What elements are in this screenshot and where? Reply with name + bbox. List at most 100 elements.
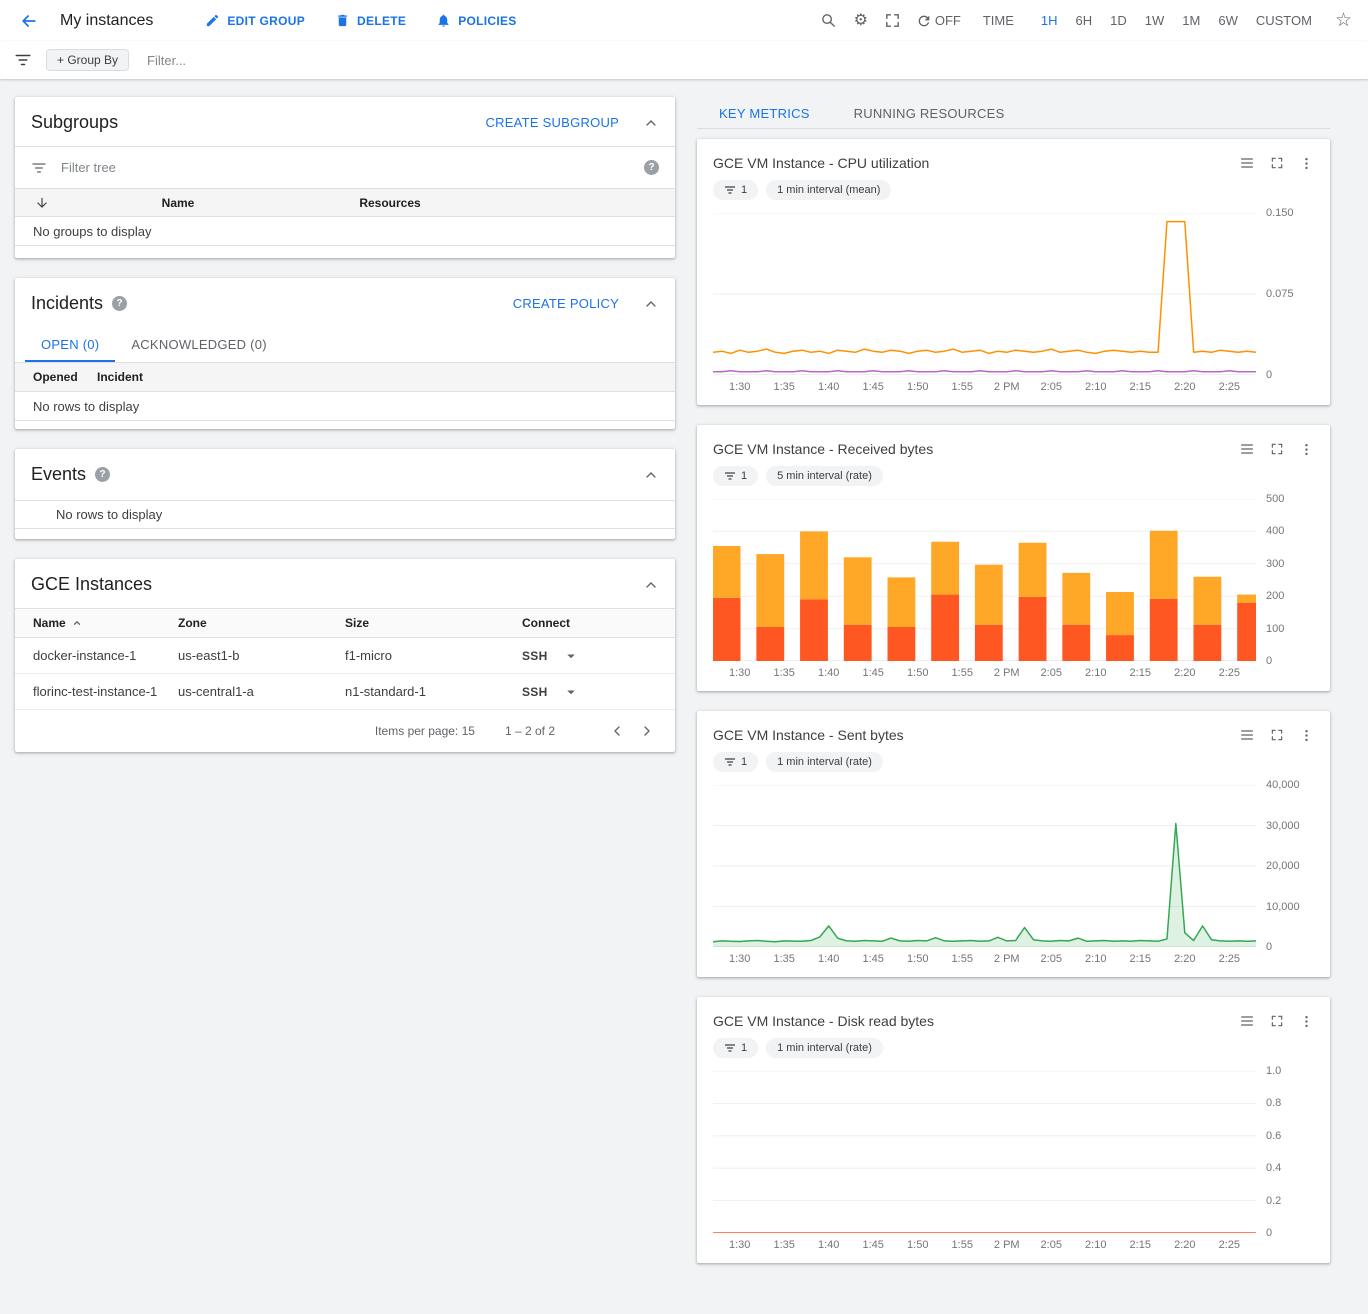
ssh-button[interactable]: SSH	[522, 649, 548, 663]
subgroups-empty-text: No groups to display	[15, 217, 675, 246]
chart-more-vert-icon[interactable]	[1299, 1014, 1314, 1029]
prev-page-icon[interactable]	[609, 723, 625, 739]
help-icon[interactable]: ?	[95, 467, 110, 482]
chart-legend-icon[interactable]	[1239, 155, 1255, 171]
tab-acknowledged-incidents[interactable]: ACKNOWLEDGED (0)	[115, 327, 282, 362]
chart-fullscreen-icon[interactable]	[1270, 728, 1284, 742]
subgroups-title: Subgroups	[31, 112, 118, 133]
time-range-custom[interactable]: CUSTOM	[1247, 9, 1321, 32]
star-icon[interactable]: ☆	[1335, 9, 1352, 32]
chart-canvas	[713, 213, 1256, 375]
edit-group-label: EDIT GROUP	[227, 14, 305, 28]
x-axis-label: 1:45	[863, 1239, 884, 1251]
chart-legend-icon[interactable]	[1239, 1013, 1255, 1029]
chart-more-vert-icon[interactable]	[1299, 156, 1314, 171]
filter-count-chip[interactable]: 1	[713, 1038, 758, 1058]
x-axis-label: 1:45	[863, 381, 884, 393]
edit-group-button[interactable]: EDIT GROUP	[205, 13, 305, 28]
x-axis-label: 2:05	[1041, 953, 1062, 965]
ssh-button[interactable]: SSH	[522, 685, 548, 699]
sort-down-icon[interactable]	[15, 196, 69, 210]
filter-tree-input[interactable]	[61, 160, 635, 175]
chart-fullscreen-icon[interactable]	[1270, 442, 1284, 456]
chart-more-vert-icon[interactable]	[1299, 442, 1314, 457]
gce-col-connect: Connect	[507, 616, 675, 630]
filter-count-chip[interactable]: 1	[713, 466, 758, 486]
auto-refresh-toggle[interactable]: OFF	[916, 13, 961, 29]
incidents-tabs: OPEN (0) ACKNOWLEDGED (0)	[15, 327, 675, 363]
create-policy-button[interactable]: CREATE POLICY	[513, 296, 619, 311]
x-axis-label: 1:30	[729, 381, 750, 393]
y-axis-label: 0.075	[1266, 288, 1294, 300]
time-range-1d[interactable]: 1D	[1101, 9, 1136, 32]
chart-title: GCE VM Instance - CPU utilization	[713, 155, 929, 171]
table-row: docker-instance-1us-east1-bf1-microSSH	[15, 638, 675, 674]
y-axis-label: 0.4	[1266, 1162, 1281, 1174]
gear-icon[interactable]: ⚙	[848, 8, 874, 34]
group-by-chip[interactable]: + Group By	[46, 49, 129, 71]
delete-label: DELETE	[357, 14, 406, 28]
filter-count-chip[interactable]: 1	[713, 180, 758, 200]
chevron-up-icon[interactable]	[643, 115, 659, 131]
tab-open-incidents[interactable]: OPEN (0)	[25, 327, 115, 362]
subgroups-col-name: Name	[69, 196, 287, 210]
gce-col-name[interactable]: Name	[33, 616, 66, 630]
back-arrow-icon[interactable]	[16, 9, 42, 33]
time-range-1w[interactable]: 1W	[1136, 9, 1174, 32]
delete-button[interactable]: DELETE	[335, 13, 406, 28]
subgroups-table-header: Name Resources	[15, 188, 675, 217]
ssh-options-caret-icon[interactable]	[562, 683, 580, 701]
filter-count-chip[interactable]: 1	[713, 752, 758, 772]
time-range-1m[interactable]: 1M	[1173, 9, 1209, 32]
x-axis-label: 1:50	[907, 667, 928, 679]
y-axis-label: 0	[1266, 655, 1272, 667]
x-axis-label: 1:50	[907, 1239, 928, 1251]
time-range-1h[interactable]: 1H	[1032, 9, 1067, 32]
policies-button[interactable]: POLICIES	[436, 13, 516, 28]
chart-fullscreen-icon[interactable]	[1270, 156, 1284, 170]
chart-card-disk-read-bytes: GCE VM Instance - Disk read bytes11 min …	[697, 997, 1330, 1263]
x-axis-label: 1:40	[818, 381, 839, 393]
chart-plot-disk-read-bytes: 1.00.80.60.40.20	[713, 1071, 1256, 1233]
x-axis-label: 2 PM	[994, 381, 1020, 393]
interval-chip[interactable]: 1 min interval (rate)	[766, 752, 883, 772]
search-icon[interactable]	[816, 8, 842, 34]
chevron-up-icon[interactable]	[643, 577, 659, 593]
interval-chip[interactable]: 5 min interval (rate)	[766, 466, 883, 486]
chart-legend-icon[interactable]	[1239, 441, 1255, 457]
sort-asc-icon	[72, 618, 82, 628]
interval-chip[interactable]: 1 min interval (rate)	[766, 1038, 883, 1058]
y-axis-label: 200	[1266, 590, 1284, 602]
create-subgroup-button[interactable]: CREATE SUBGROUP	[485, 115, 619, 130]
x-axis-label: 1:45	[863, 953, 884, 965]
chart-card-cpu-utilization: GCE VM Instance - CPU utilization 1 1 min …	[697, 139, 1330, 405]
x-axis-label: 2:10	[1085, 953, 1106, 965]
table-row: florinc-test-instance-1us-central1-an1-s…	[15, 674, 675, 710]
x-axis-label: 1:50	[907, 381, 928, 393]
interval-chip[interactable]: 1 min interval (mean)	[766, 180, 891, 200]
chevron-up-icon[interactable]	[643, 467, 659, 483]
instance-zone: us-east1-b	[178, 648, 345, 663]
fullscreen-icon[interactable]	[880, 8, 906, 34]
x-axis-label: 1:55	[952, 953, 973, 965]
page-title: My instances	[60, 12, 153, 30]
ssh-options-caret-icon[interactable]	[562, 647, 580, 665]
filter-input[interactable]	[147, 53, 1354, 68]
incidents-title: Incidents	[31, 293, 103, 314]
next-page-icon[interactable]	[639, 723, 655, 739]
help-icon[interactable]: ?	[644, 160, 659, 175]
chart-more-vert-icon[interactable]	[1299, 728, 1314, 743]
chevron-up-icon[interactable]	[643, 296, 659, 312]
gce-col-size[interactable]: Size	[345, 616, 507, 630]
time-range-6h[interactable]: 6H	[1067, 9, 1102, 32]
filter-icon[interactable]	[14, 51, 32, 69]
tab-key-metrics[interactable]: KEY METRICS	[697, 97, 832, 128]
y-axis-label: 100	[1266, 623, 1284, 635]
gce-col-zone[interactable]: Zone	[178, 616, 345, 630]
chart-fullscreen-icon[interactable]	[1270, 1014, 1284, 1028]
time-range-6w[interactable]: 6W	[1209, 9, 1247, 32]
chart-legend-icon[interactable]	[1239, 727, 1255, 743]
help-icon[interactable]: ?	[112, 296, 127, 311]
tab-running-resources[interactable]: RUNNING RESOURCES	[832, 97, 1027, 128]
x-axis-label: 2:25	[1219, 381, 1240, 393]
